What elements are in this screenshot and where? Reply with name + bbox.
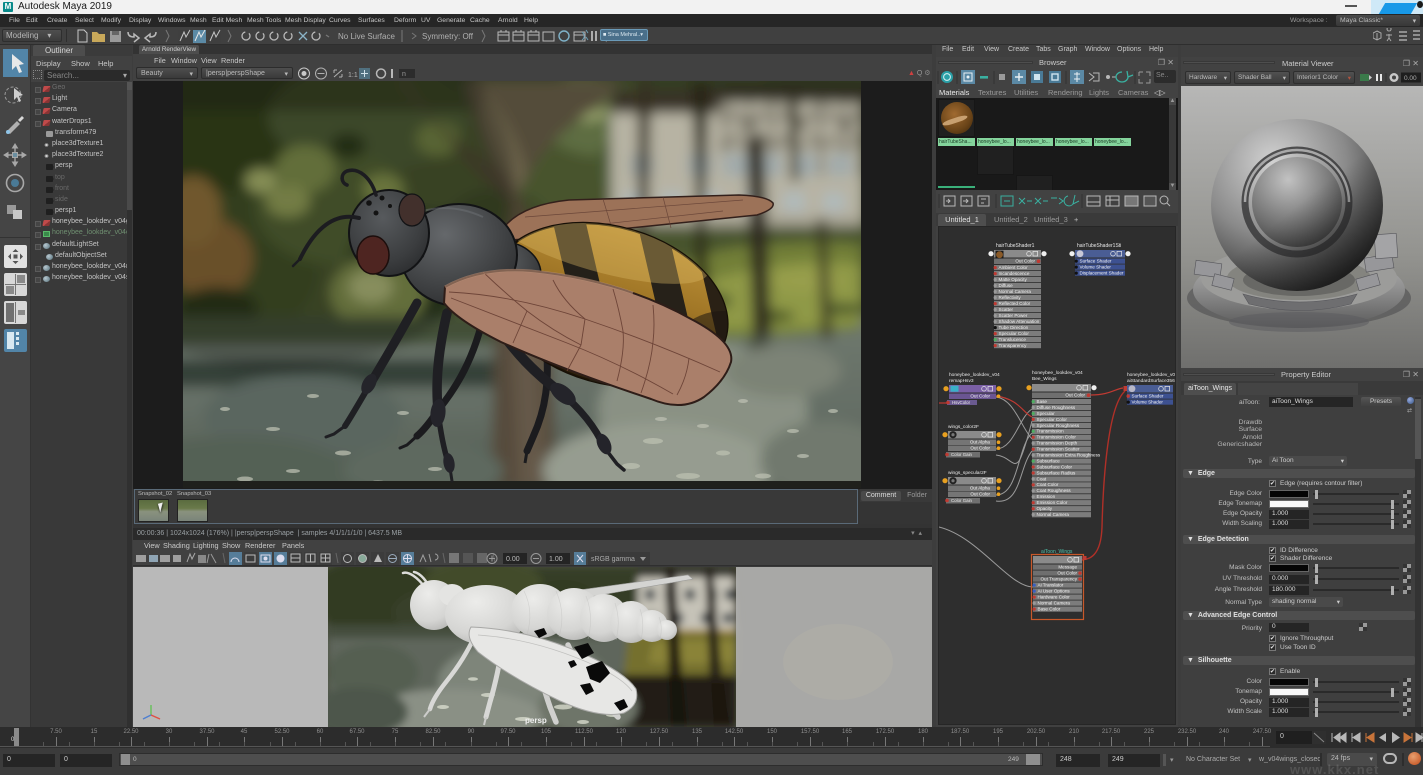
svg-text:Normal Camera: Normal Camera [999, 289, 1032, 294]
svg-text:Out Color: Out Color [970, 446, 990, 451]
svg-text:Surface Shader: Surface Shader [1132, 394, 1164, 399]
svg-text:Bee_Wings: Bee_Wings [1032, 376, 1057, 382]
svg-text:Out Color: Out Color [970, 492, 990, 497]
svg-text:Normal Camera: Normal Camera [1037, 512, 1070, 517]
svg-text:Normal Camera: Normal Camera [1038, 601, 1071, 606]
svg-text:Ai Translator: Ai Translator [1038, 583, 1064, 588]
svg-text:Volume Shader: Volume Shader [1080, 265, 1112, 270]
svg-text:wings_color2F: wings_color2F [948, 424, 979, 430]
svg-text:Surface Shader: Surface Shader [1080, 259, 1112, 264]
svg-text:Translucence: Translucence [999, 337, 1027, 342]
svg-text:Specular: Specular [1037, 411, 1056, 416]
svg-text:HsvColor: HsvColor [952, 400, 971, 405]
svg-text:Subsurface Radius: Subsurface Radius [1037, 470, 1077, 475]
svg-text:Coat: Coat [1037, 476, 1047, 481]
svg-text:0.00: 0.00 [1404, 75, 1417, 82]
svg-text:Base Color: Base Color [1038, 607, 1061, 612]
svg-text:Transmission: Transmission [1037, 429, 1065, 434]
svg-text:Hardware Color: Hardware Color [1038, 595, 1071, 600]
svg-text:Subsurface: Subsurface [1037, 458, 1061, 463]
svg-text:Out Color: Out Color [1057, 571, 1077, 576]
svg-text:Reflected Color: Reflected Color [999, 301, 1031, 306]
svg-text:0.00: 0.00 [506, 556, 520, 563]
svg-text:Displacement Shader: Displacement Shader [1080, 271, 1124, 276]
svg-text:Out Color: Out Color [1065, 393, 1085, 398]
svg-text:Coat Color: Coat Color [1037, 482, 1059, 487]
svg-text:honeybee_lookdev_v04: honeybee_lookdev_v04 [1032, 370, 1083, 376]
svg-text:Transmission Color: Transmission Color [1037, 435, 1077, 440]
svg-text:honeybee_lookdev_v04: honeybee_lookdev_v04 [949, 372, 1000, 378]
svg-text:Reflectivity: Reflectivity [999, 295, 1022, 300]
svg-text:1.00: 1.00 [549, 556, 563, 563]
svg-text:hairTubeShader1Sti: hairTubeShader1Sti [1077, 243, 1121, 249]
svg-text:Color Gain: Color Gain [951, 452, 973, 457]
svg-text:Ai User Options: Ai User Options [1038, 589, 1071, 594]
svg-text:honeybee_lookdev_v04: honeybee_lookdev_v04 [1127, 372, 1176, 378]
svg-text:Transmission Depth: Transmission Depth [1037, 441, 1078, 446]
svg-text:sRGB gamma: sRGB gamma [591, 556, 635, 563]
svg-text:Subsurface Color: Subsurface Color [1037, 464, 1073, 469]
svg-text:Coat Roughness: Coat Roughness [1037, 488, 1072, 493]
svg-text:Scatter Power: Scatter Power [999, 313, 1028, 318]
svg-text:Out Color: Out Color [1015, 259, 1035, 264]
svg-text:aiStandardSurface356: aiStandardSurface356 [1127, 378, 1175, 384]
svg-text:Out Transparency: Out Transparency [1040, 577, 1077, 582]
svg-text:Transmission Extra Roughness: Transmission Extra Roughness [1037, 453, 1101, 458]
svg-text:Volume Shader: Volume Shader [1132, 400, 1164, 405]
svg-text:Color Gain: Color Gain [951, 498, 973, 503]
svg-text:Out Alpha: Out Alpha [970, 440, 991, 445]
svg-text:Out Alpha: Out Alpha [970, 486, 991, 491]
svg-text:Specular Roughness: Specular Roughness [1037, 423, 1080, 428]
svg-text:Emission Color: Emission Color [1037, 500, 1068, 505]
svg-text:Specular Color: Specular Color [1037, 417, 1068, 422]
svg-text:Diffuse: Diffuse [999, 283, 1014, 288]
svg-text:Out Color: Out Color [970, 394, 990, 399]
svg-text:Diffuse Roughness: Diffuse Roughness [1037, 405, 1076, 410]
svg-text:n: n [402, 71, 406, 78]
svg-text:Symmetry: Off: Symmetry: Off [422, 32, 474, 41]
svg-text:wings_specular2F: wings_specular2F [948, 470, 987, 476]
svg-text:Matte Opacity: Matte Opacity [999, 277, 1028, 282]
svg-text:Ambient Color: Ambient Color [999, 265, 1029, 270]
svg-text:Tube Direction: Tube Direction [999, 325, 1029, 330]
svg-text:Shadow Attenuation: Shadow Attenuation [999, 319, 1040, 324]
svg-text:Specular Color: Specular Color [999, 331, 1030, 336]
svg-text:Opacity: Opacity [1037, 506, 1053, 511]
svg-text:Emission: Emission [1037, 494, 1056, 499]
svg-text:Message: Message [1058, 565, 1077, 570]
svg-text:1:1: 1:1 [348, 72, 358, 79]
svg-text:Transmission Scatter: Transmission Scatter [1037, 447, 1080, 452]
svg-text:Transparency: Transparency [999, 343, 1028, 348]
svg-text:hairTubeShader1: hairTubeShader1 [996, 243, 1035, 249]
svg-text:Incandescence: Incandescence [999, 271, 1030, 276]
svg-text:No Live Surface: No Live Surface [338, 32, 395, 41]
svg-text:persp: persp [525, 716, 547, 725]
svg-text:Scatter: Scatter [999, 307, 1014, 312]
svg-text:Base: Base [1037, 399, 1048, 404]
svg-text:remapHsv3: remapHsv3 [949, 378, 974, 384]
